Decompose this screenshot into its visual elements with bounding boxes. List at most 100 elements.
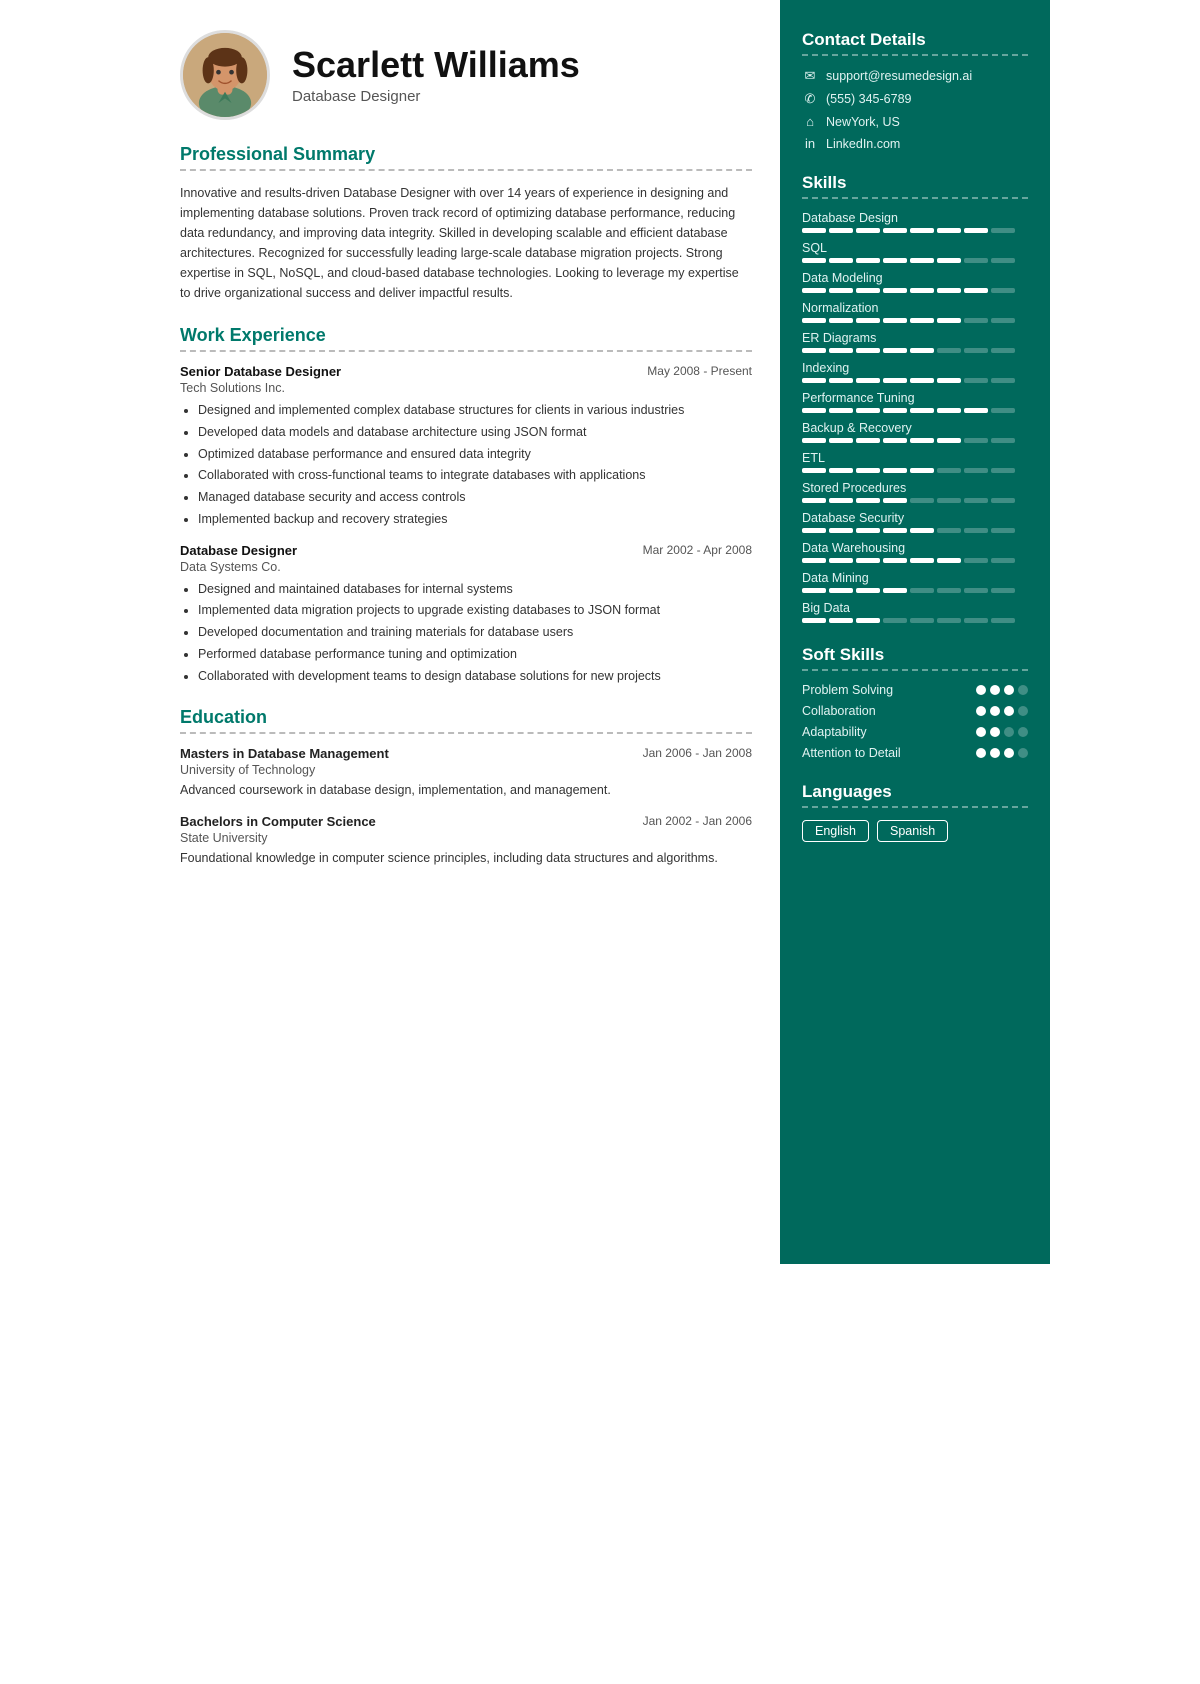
skill-segment	[883, 378, 907, 383]
skill-segment	[937, 228, 961, 233]
skill-segment	[856, 528, 880, 533]
skill-segment	[829, 348, 853, 353]
edu-school: University of Technology	[180, 763, 752, 777]
skill-name: Data Modeling	[802, 271, 1028, 285]
candidate-title: Database Designer	[292, 88, 580, 105]
skill-row: Stored Procedures	[802, 481, 1028, 503]
skill-segment	[937, 468, 961, 473]
contact-divider	[802, 54, 1028, 56]
job-bullet: Collaborated with development teams to d…	[198, 667, 752, 686]
soft-skill-dot	[1004, 706, 1014, 716]
soft-skill-dot	[976, 748, 986, 758]
skill-name: Normalization	[802, 301, 1028, 315]
summary-section: Professional Summary Innovative and resu…	[180, 144, 752, 303]
skill-segment	[883, 588, 907, 593]
work-experience-section: Work Experience Senior Database Designer…	[180, 325, 752, 685]
job-bullet: Collaborated with cross-functional teams…	[198, 466, 752, 485]
resume-container: Scarlett Williams Database Designer Prof…	[150, 0, 1050, 1264]
edu-header: Masters in Database Management Jan 2006 …	[180, 746, 752, 761]
skill-segment	[856, 288, 880, 293]
education-section: Education Masters in Database Management…	[180, 707, 752, 868]
skill-bar	[802, 348, 1028, 353]
skill-segment	[910, 378, 934, 383]
skill-segment	[829, 258, 853, 263]
skill-row: Data Modeling	[802, 271, 1028, 293]
soft-skill-dot	[990, 685, 1000, 695]
job-company: Data Systems Co.	[180, 560, 752, 574]
soft-skill-row: Problem Solving	[802, 683, 1028, 697]
skill-segment	[937, 258, 961, 263]
skill-segment	[910, 318, 934, 323]
skill-segment	[802, 228, 826, 233]
skill-segment	[964, 378, 988, 383]
edu-school: State University	[180, 831, 752, 845]
skill-segment	[829, 228, 853, 233]
skill-segment	[964, 468, 988, 473]
skill-segment	[883, 438, 907, 443]
skill-segment	[937, 408, 961, 413]
skill-segment	[883, 468, 907, 473]
soft-skill-dot	[990, 706, 1000, 716]
skill-segment	[883, 498, 907, 503]
soft-skill-row: Attention to Detail	[802, 746, 1028, 760]
skill-row: Backup & Recovery	[802, 421, 1028, 443]
soft-skill-dot	[1004, 685, 1014, 695]
skill-segment	[856, 228, 880, 233]
skill-name: Database Design	[802, 211, 1028, 225]
header: Scarlett Williams Database Designer	[180, 30, 752, 120]
skill-segment	[991, 558, 1015, 563]
skill-segment	[829, 408, 853, 413]
contact-icon: ⌂	[802, 114, 818, 129]
skill-row: Database Security	[802, 511, 1028, 533]
skill-segment	[910, 558, 934, 563]
job-bullet: Designed and maintained databases for in…	[198, 580, 752, 599]
skill-segment	[802, 288, 826, 293]
skill-segment	[883, 288, 907, 293]
languages-section: Languages EnglishSpanish	[802, 782, 1028, 842]
soft-skill-name: Collaboration	[802, 704, 876, 718]
skill-segment	[856, 468, 880, 473]
skill-bar	[802, 408, 1028, 413]
jobs-container: Senior Database Designer May 2008 - Pres…	[180, 364, 752, 685]
skill-name: Data Mining	[802, 571, 1028, 585]
soft-skill-dot	[1018, 727, 1028, 737]
skills-section: Skills Database Design SQL Data Modeling…	[802, 173, 1028, 623]
work-divider	[180, 350, 752, 352]
skill-segment	[829, 558, 853, 563]
skill-bar	[802, 618, 1028, 623]
soft-skill-dot	[990, 727, 1000, 737]
soft-skill-name: Problem Solving	[802, 683, 893, 697]
contact-items: ✉ support@resumedesign.ai✆ (555) 345-678…	[802, 68, 1028, 151]
job-bullet: Performed database performance tuning an…	[198, 645, 752, 664]
summary-text: Innovative and results-driven Database D…	[180, 183, 752, 303]
skill-segment	[856, 258, 880, 263]
skill-segment	[883, 558, 907, 563]
soft-skill-dots	[976, 685, 1028, 695]
skill-segment	[910, 498, 934, 503]
skill-segment	[802, 618, 826, 623]
skill-segment	[802, 378, 826, 383]
skill-segment	[856, 618, 880, 623]
skill-segment	[991, 588, 1015, 593]
soft-skill-name: Attention to Detail	[802, 746, 901, 760]
edu-date: Jan 2002 - Jan 2006	[643, 814, 752, 829]
skill-segment	[802, 588, 826, 593]
skill-segment	[802, 348, 826, 353]
skill-segment	[937, 588, 961, 593]
skill-name: Indexing	[802, 361, 1028, 375]
soft-skill-dot	[976, 706, 986, 716]
skill-segment	[991, 498, 1015, 503]
soft-skill-dots	[976, 727, 1028, 737]
contact-text: LinkedIn.com	[826, 137, 900, 151]
skill-segment	[937, 618, 961, 623]
skill-row: Big Data	[802, 601, 1028, 623]
skill-segment	[856, 438, 880, 443]
skill-segment	[883, 348, 907, 353]
soft-skill-dot	[976, 727, 986, 737]
skill-bar	[802, 228, 1028, 233]
skills-divider	[802, 197, 1028, 199]
skill-row: Data Warehousing	[802, 541, 1028, 563]
edu-container: Masters in Database Management Jan 2006 …	[180, 746, 752, 868]
skill-segment	[829, 468, 853, 473]
contact-text: (555) 345-6789	[826, 92, 911, 106]
